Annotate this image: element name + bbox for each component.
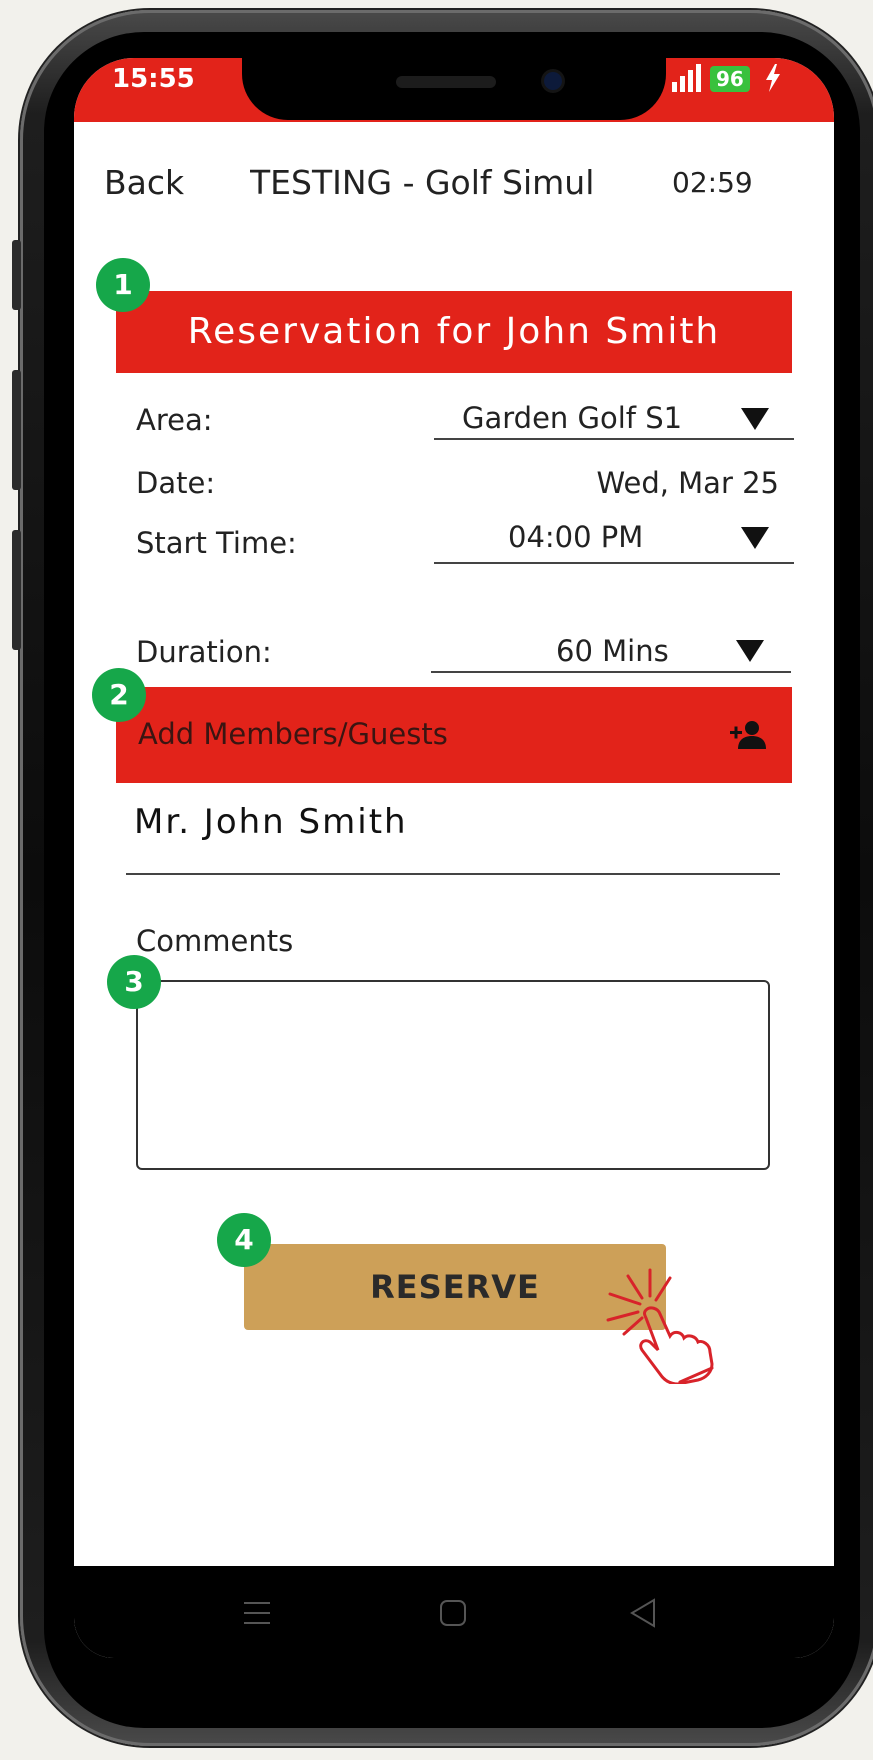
step-badge-3: 3 — [107, 955, 161, 1009]
duration-underline — [431, 671, 791, 673]
area-underline — [434, 438, 794, 440]
mute-switch — [12, 240, 21, 310]
member-list-item: Mr. John Smith — [134, 802, 408, 842]
device-notch — [242, 58, 666, 120]
session-timer: 02:59 — [672, 166, 753, 199]
system-navigation-bar — [74, 1566, 834, 1658]
signal-icon — [672, 64, 701, 92]
area-dropdown-arrow-icon — [741, 408, 769, 430]
front-camera — [544, 72, 562, 90]
duration-value: 60 Mins — [556, 634, 669, 668]
page-title: TESTING - Golf Simulator — [250, 163, 592, 202]
comments-label: Comments — [136, 924, 294, 958]
screenshot-stage: 15:55 96 Back TESTING - Golf Simulator 0… — [0, 0, 873, 1760]
volume-down-button — [12, 530, 21, 650]
date-value[interactable]: Wed, Mar 25 — [597, 466, 780, 500]
add-person-icon — [730, 721, 766, 749]
date-label: Date: — [136, 466, 216, 500]
back-triangle-icon[interactable] — [626, 1596, 660, 1630]
app-screen: 15:55 96 Back TESTING - Golf Simulator 0… — [74, 58, 834, 1658]
start-time-underline — [434, 562, 794, 564]
add-members-label: Add Members/Guests — [138, 717, 448, 751]
add-members-button[interactable]: Add Members/Guests — [116, 687, 792, 783]
step-badge-1: 1 — [96, 258, 150, 312]
step-badge-2: 2 — [92, 668, 146, 722]
start-time-dropdown-arrow-icon — [741, 527, 769, 549]
menu-icon[interactable] — [240, 1596, 274, 1630]
home-icon[interactable] — [436, 1596, 470, 1630]
status-time: 15:55 — [112, 64, 195, 94]
tap-hand-icon — [606, 1268, 714, 1384]
area-value: Garden Golf S1 — [462, 401, 683, 435]
status-bar: 15:55 96 — [74, 58, 834, 122]
duration-dropdown-arrow-icon — [736, 640, 764, 662]
comments-textarea[interactable] — [136, 980, 770, 1170]
volume-up-button — [12, 370, 21, 490]
area-label: Area: — [136, 403, 213, 437]
reservation-header: Reservation for John Smith — [116, 291, 792, 373]
start-time-label: Start Time: — [136, 526, 297, 560]
start-time-value: 04:00 PM — [508, 520, 644, 554]
back-button[interactable]: Back — [104, 163, 184, 202]
step-badge-4: 4 — [217, 1213, 271, 1267]
battery-level: 96 — [710, 66, 750, 92]
speaker-grille — [396, 76, 496, 88]
member-list-divider — [126, 873, 780, 875]
duration-label: Duration: — [136, 635, 272, 669]
bolt-icon — [766, 64, 780, 92]
